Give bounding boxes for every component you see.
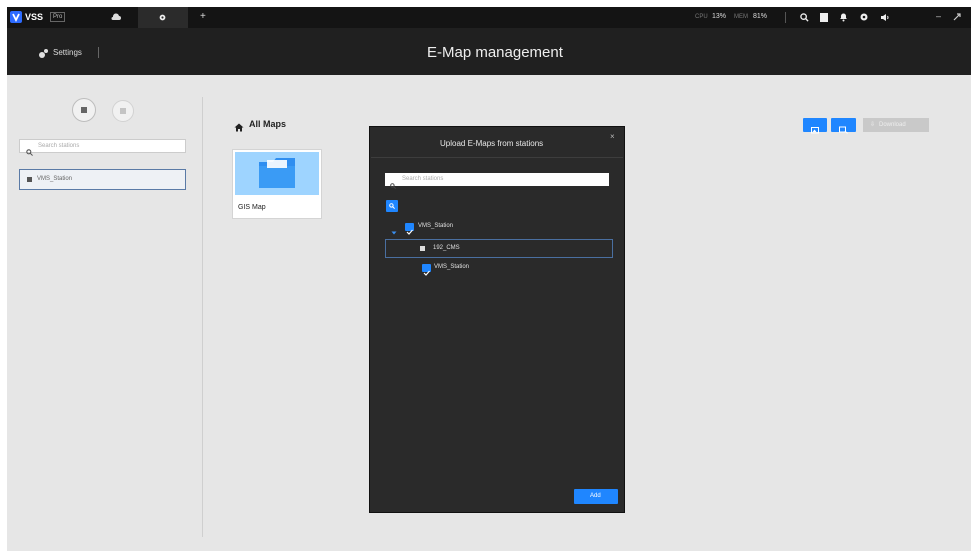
minimize-icon[interactable]: –	[936, 12, 941, 21]
cpu-value: 13%	[712, 13, 727, 20]
add-button-label: Add	[590, 493, 601, 499]
topbar-divider	[785, 12, 786, 23]
header-divider	[98, 47, 99, 58]
map-card-label: GIS Map	[238, 204, 266, 211]
tree-item-cms[interactable]: 192_CMS	[385, 239, 613, 258]
top-bar: VSS Pro + CPU 13% MEM 81% –	[7, 7, 971, 28]
station-upload-icon	[839, 121, 848, 134]
settings-nav-label[interactable]: Settings	[53, 48, 82, 57]
download-label: Download	[879, 122, 906, 128]
dialog-divider	[371, 157, 623, 158]
panel-divider	[202, 97, 203, 537]
dialog-search-input[interactable]: Search stations	[385, 173, 609, 189]
home-icon	[234, 119, 244, 132]
mem-label: MEM	[734, 14, 748, 20]
search-icon[interactable]	[800, 13, 809, 22]
brand-label: VSS	[25, 12, 44, 22]
station-checkbox-icon[interactable]	[422, 264, 431, 276]
tab-settings[interactable]	[138, 7, 188, 28]
add-tab-icon[interactable]: +	[200, 12, 206, 22]
dialog-search-button[interactable]	[386, 200, 398, 212]
close-icon[interactable]: ×	[610, 132, 615, 141]
station-checkbox-icon[interactable]	[405, 223, 414, 235]
breadcrumb[interactable]: All Maps	[249, 119, 286, 129]
bell-icon[interactable]	[839, 12, 848, 22]
vss-logo-icon	[10, 11, 22, 23]
upload-emaps-dialog: Upload E-Maps from stations × Search sta…	[369, 126, 625, 513]
gear-icon	[158, 13, 167, 22]
tree-item-label[interactable]: VMS_Station	[418, 223, 453, 229]
image-upload-icon	[811, 121, 819, 134]
sidebar-item-label: VMS_Station	[37, 176, 73, 182]
settings-nav-icon[interactable]	[37, 47, 49, 59]
map-thumbnail	[235, 152, 319, 195]
remove-station-button[interactable]	[112, 100, 134, 122]
tree-item-label[interactable]: VMS_Station	[434, 264, 469, 270]
edition-badge: Pro	[50, 12, 66, 22]
upload-from-stations-button[interactable]	[831, 118, 856, 134]
mem-value: 81%	[753, 13, 768, 20]
station-disabled-icon	[120, 108, 126, 114]
server-icon	[420, 246, 425, 251]
upload-map-button[interactable]	[803, 118, 827, 134]
download-icon: ⇩	[870, 122, 876, 128]
search-icon	[390, 176, 396, 189]
settings-gear-icon[interactable]	[859, 12, 869, 22]
speaker-icon[interactable]	[880, 13, 890, 22]
app-frame: VSS Pro + CPU 13% MEM 81% – Settings E-M…	[7, 7, 971, 551]
search-icon	[389, 203, 395, 209]
page-title: E-Map management	[427, 44, 563, 61]
search-placeholder: Search stations	[38, 143, 80, 149]
folder-icon	[259, 158, 295, 188]
sidebar-item-station[interactable]: VMS_Station	[19, 169, 186, 190]
window-restore-icon[interactable]	[953, 13, 961, 21]
chevron-down-icon[interactable]	[391, 223, 397, 235]
add-button[interactable]: Add	[574, 489, 618, 504]
dialog-search-placeholder: Search stations	[402, 176, 444, 182]
cloud-tab-icon[interactable]	[111, 13, 121, 22]
cpu-label: CPU	[695, 14, 708, 20]
station-icon	[27, 177, 32, 182]
add-station-button[interactable]	[72, 98, 96, 122]
search-icon	[26, 143, 33, 156]
page-header: Settings E-Map management	[7, 28, 971, 75]
map-card[interactable]: GIS Map	[232, 149, 322, 219]
download-button[interactable]: ⇩ Download	[863, 118, 929, 132]
document-icon[interactable]	[820, 13, 828, 22]
station-icon	[81, 107, 87, 113]
tree-item-label: 192_CMS	[433, 245, 460, 251]
dialog-title: Upload E-Maps from stations	[440, 139, 544, 148]
sidebar-search-input[interactable]: Search stations	[19, 139, 186, 156]
